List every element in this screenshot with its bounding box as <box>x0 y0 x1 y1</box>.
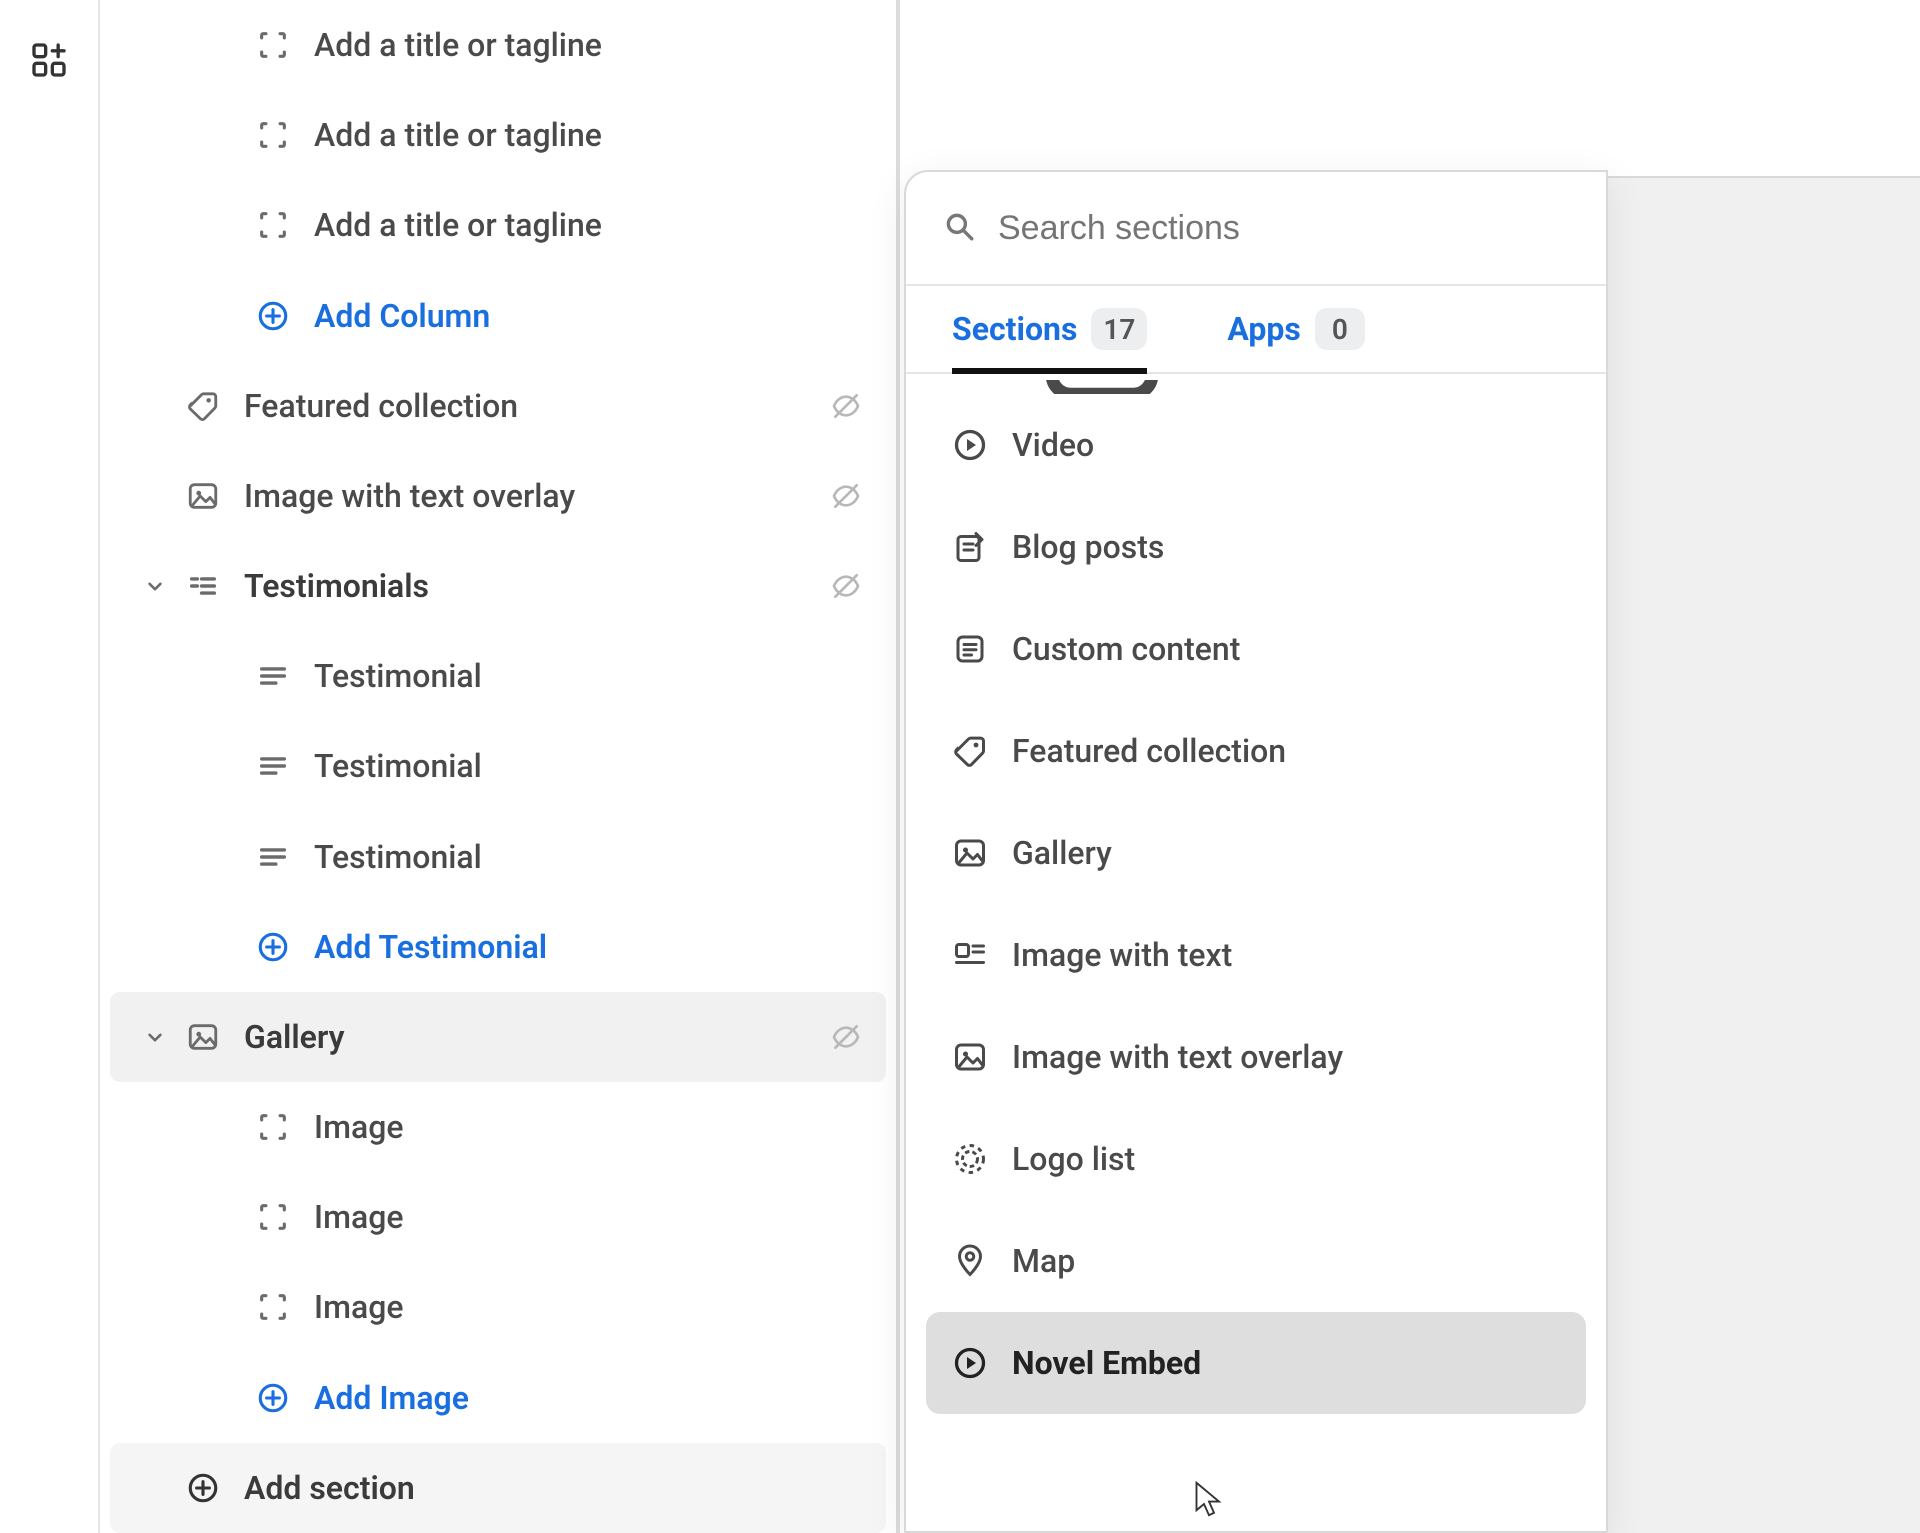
block-image[interactable]: Image <box>110 1082 886 1172</box>
add-section-label: Add section <box>244 1469 866 1507</box>
plus-circle-icon <box>180 1471 226 1505</box>
plus-circle-icon <box>250 299 296 333</box>
search-icon <box>942 209 976 247</box>
add-image-label: Add Image <box>314 1379 866 1417</box>
apps-dashboard-icon[interactable] <box>29 40 69 1533</box>
block-testimonial[interactable]: Testimonial <box>110 631 886 721</box>
paragraph-icon <box>250 659 296 693</box>
block-title-tagline[interactable]: Add a title or tagline <box>110 90 886 180</box>
section-label: Gallery <box>244 1018 826 1056</box>
search-sections-input[interactable] <box>998 209 1570 248</box>
section-option-featured-collection[interactable]: Featured collection <box>926 700 1586 802</box>
tab-apps-count: 0 <box>1315 308 1365 350</box>
section-testimonials[interactable]: Testimonials <box>110 541 886 631</box>
section-option-novel-embed[interactable]: Novel Embed <box>926 1312 1586 1414</box>
block-label: Testimonial <box>314 838 866 876</box>
image-icon <box>180 479 226 513</box>
placeholder-icon <box>250 118 296 152</box>
section-option-map[interactable]: Map <box>926 1210 1586 1312</box>
block-label: Image <box>314 1198 866 1236</box>
hidden-icon[interactable] <box>826 570 866 602</box>
placeholder-icon <box>250 1290 296 1324</box>
block-title-tagline[interactable]: Add a title or tagline <box>110 0 886 90</box>
section-option-image-with-text-overlay[interactable]: Image with text overlay <box>926 1006 1586 1108</box>
block-testimonial[interactable]: Testimonial <box>110 721 886 811</box>
option-label: Gallery <box>1012 834 1112 872</box>
section-picker-popover: Sections 17 Apps 0 Newsletter Video Blog… <box>904 170 1608 1533</box>
tab-sections-label: Sections <box>952 310 1077 348</box>
placeholder-icon <box>250 208 296 242</box>
tab-apps[interactable]: Apps 0 <box>1227 286 1364 372</box>
section-options-list[interactable]: Newsletter Video Blog posts Custom conte… <box>906 374 1606 1531</box>
block-testimonial[interactable]: Testimonial <box>110 812 886 902</box>
tab-apps-label: Apps <box>1227 310 1300 348</box>
plus-circle-icon <box>250 1381 296 1415</box>
block-label: Add a title or tagline <box>314 26 866 64</box>
block-label: Image <box>314 1108 866 1146</box>
block-label: Add a title or tagline <box>314 116 866 154</box>
section-label: Testimonials <box>244 567 826 605</box>
placeholder-icon <box>250 1200 296 1234</box>
chevron-down-icon[interactable] <box>130 1024 180 1050</box>
section-option-image-with-text[interactable]: Image with text <box>926 904 1586 1006</box>
preview-area <box>1608 176 1920 1533</box>
add-testimonial-button[interactable]: Add Testimonial <box>110 902 886 992</box>
paragraph-icon <box>250 840 296 874</box>
section-option-gallery[interactable]: Gallery <box>926 802 1586 904</box>
section-featured-collection[interactable]: Featured collection <box>110 361 886 451</box>
paragraph-icon <box>250 749 296 783</box>
plus-circle-icon <box>250 930 296 964</box>
placeholder-icon <box>250 1110 296 1144</box>
section-image-text-overlay[interactable]: Image with text overlay <box>110 451 886 541</box>
section-option-newsletter-clipped: Newsletter <box>926 380 1586 394</box>
section-option-logo-list[interactable]: Logo list <box>926 1108 1586 1210</box>
option-label: Logo list <box>1012 1140 1135 1178</box>
tag-icon <box>180 389 226 423</box>
hidden-icon[interactable] <box>826 480 866 512</box>
hidden-icon[interactable] <box>826 1021 866 1053</box>
option-label: Custom content <box>1012 630 1240 668</box>
add-testimonial-label: Add Testimonial <box>314 928 866 966</box>
placeholder-icon <box>250 28 296 62</box>
add-image-button[interactable]: Add Image <box>110 1353 886 1443</box>
block-label: Testimonial <box>314 657 866 695</box>
tab-sections[interactable]: Sections 17 <box>952 286 1147 372</box>
block-label: Image <box>314 1288 866 1326</box>
option-label: Image with text overlay <box>1012 1038 1343 1076</box>
add-section-button[interactable]: Add section <box>110 1443 886 1533</box>
quote-icon <box>180 569 226 603</box>
block-label: Testimonial <box>314 747 866 785</box>
section-option-video[interactable]: Video <box>926 394 1586 496</box>
option-label: Video <box>1012 426 1094 464</box>
block-image[interactable]: Image <box>110 1262 886 1352</box>
section-gallery[interactable]: Gallery <box>110 992 886 1082</box>
section-option-custom-content[interactable]: Custom content <box>926 598 1586 700</box>
chevron-down-icon[interactable] <box>130 573 180 599</box>
option-label: Novel Embed <box>1012 1344 1201 1382</box>
option-label: Blog posts <box>1012 528 1164 566</box>
block-label: Add a title or tagline <box>314 206 866 244</box>
block-image[interactable]: Image <box>110 1172 886 1262</box>
section-option-blog-posts[interactable]: Blog posts <box>926 496 1586 598</box>
option-label: Featured collection <box>1012 732 1286 770</box>
option-label: Map <box>1012 1242 1075 1280</box>
preview-area-top <box>904 0 1920 176</box>
tab-sections-count: 17 <box>1091 308 1147 350</box>
block-title-tagline[interactable]: Add a title or tagline <box>110 180 886 270</box>
section-label: Image with text overlay <box>244 477 826 515</box>
theme-sections-sidebar: Add a title or tagline Add a title or ta… <box>100 0 900 1533</box>
option-label: Image with text <box>1012 936 1232 974</box>
image-icon <box>180 1020 226 1054</box>
hidden-icon[interactable] <box>826 390 866 422</box>
add-column-label: Add Column <box>314 297 866 335</box>
section-label: Featured collection <box>244 387 826 425</box>
add-column-button[interactable]: Add Column <box>110 271 886 361</box>
